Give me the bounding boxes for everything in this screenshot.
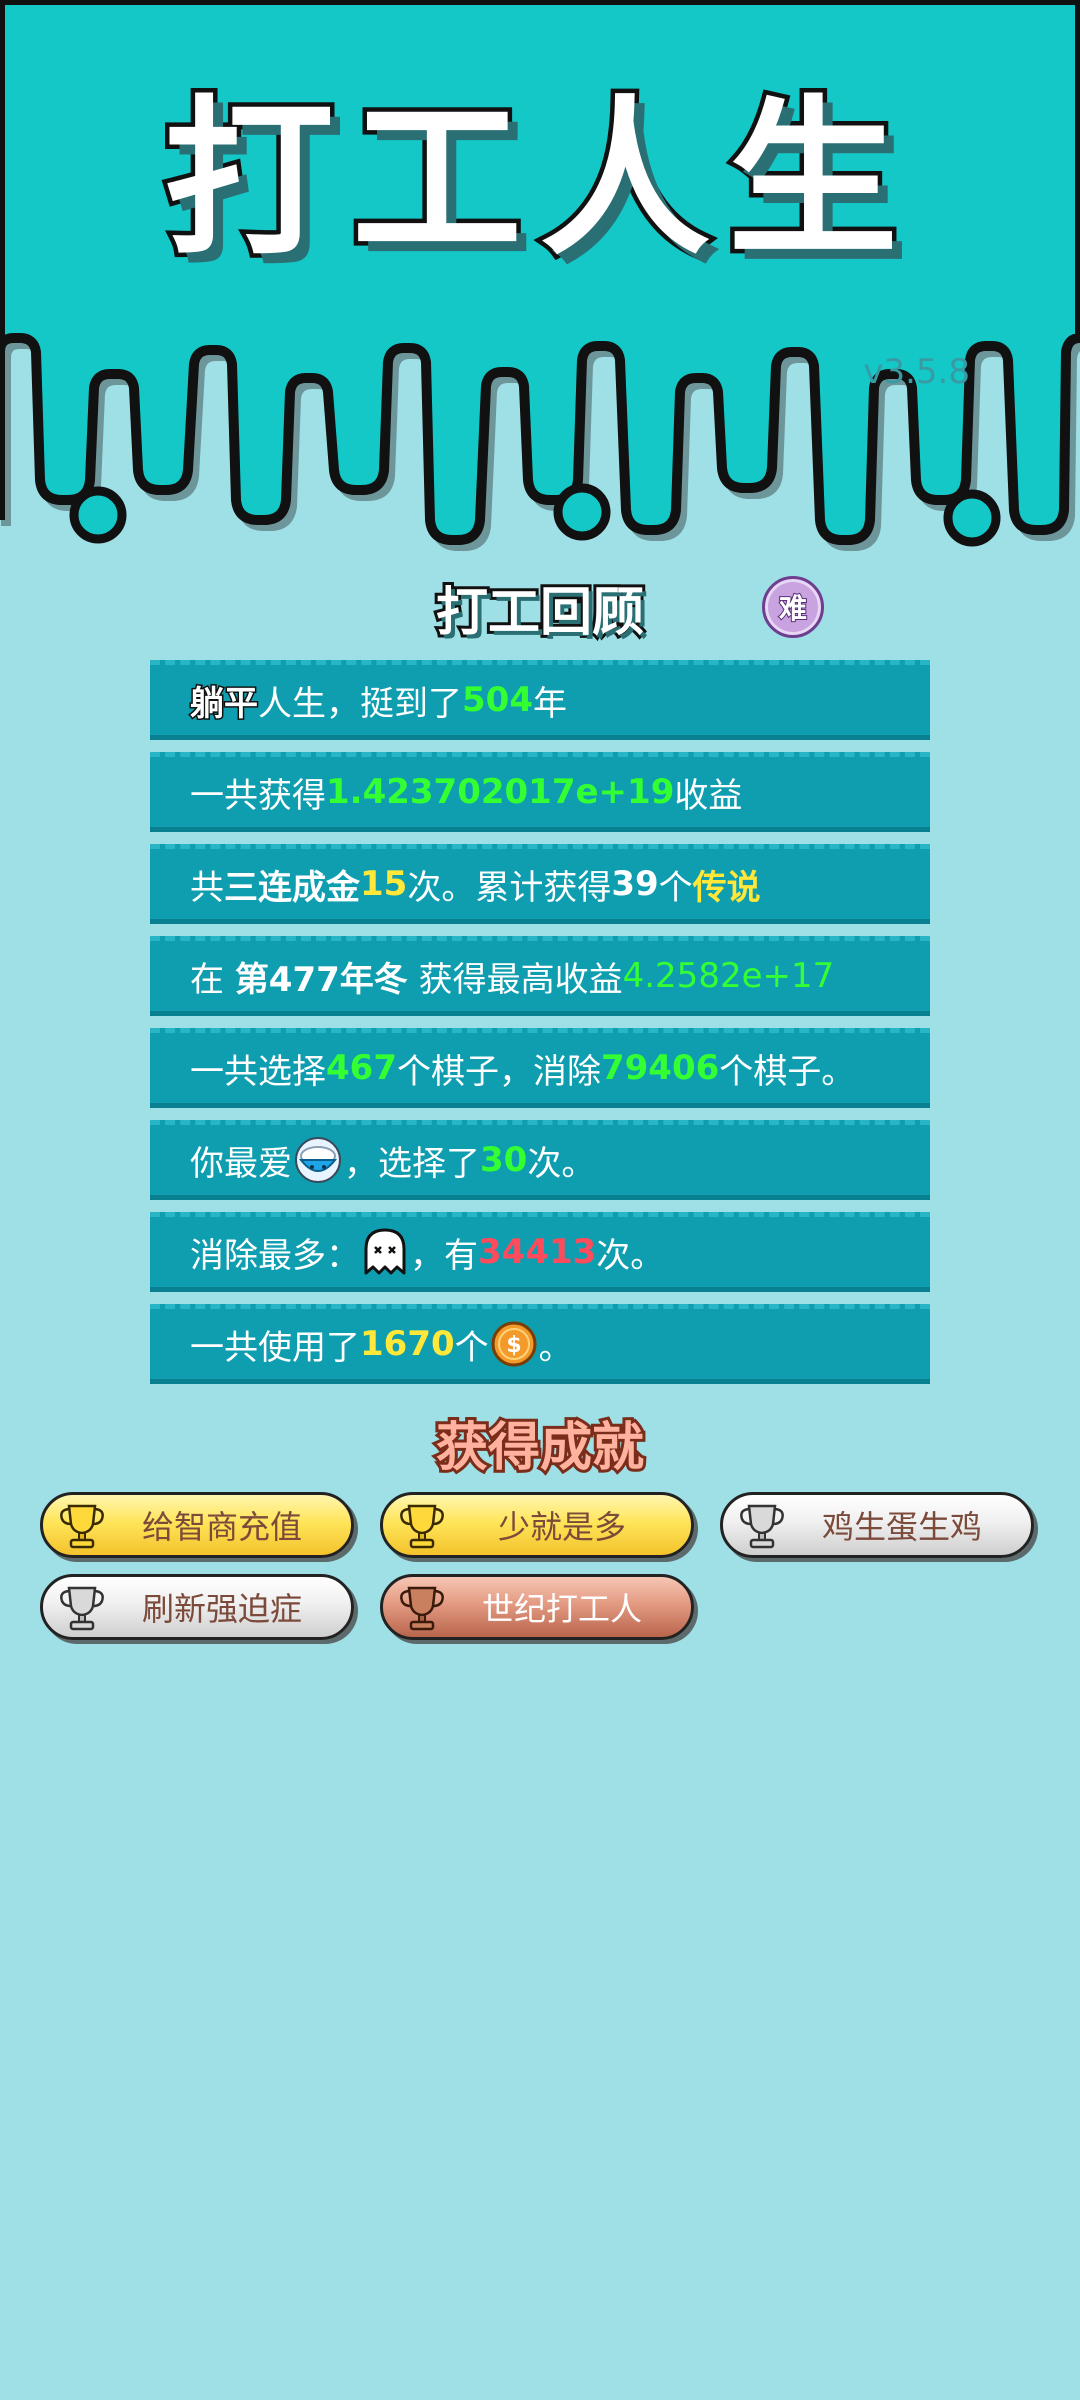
stat-text: 年 — [532, 683, 567, 724]
trophy-bronze-icon — [400, 1586, 444, 1631]
achievement-label: 世纪打工人 — [481, 1590, 642, 1628]
achievement-label: 少就是多 — [497, 1508, 626, 1546]
stat-text: ，有 — [410, 1235, 478, 1276]
achievement-label: 鸡生蛋生鸡 — [821, 1508, 982, 1546]
achievement-label: 给智商充值 — [141, 1508, 302, 1546]
trophy-gold-icon — [400, 1504, 444, 1549]
stat-text: ，选择了 — [344, 1143, 480, 1184]
max-income-season: 第477年冬 — [234, 959, 408, 1000]
stat-text: 个棋子，消除 — [396, 1051, 601, 1092]
stat-text: 消除最多： — [190, 1235, 360, 1276]
stat-row-coins: 一共使用了 1670 个 $ 。 — [150, 1304, 930, 1384]
most-eliminated-count: 34413 — [478, 1232, 597, 1272]
achievement-badge[interactable]: 世纪打工人 — [380, 1574, 694, 1640]
stat-row-triple: 共 三连成金 15 次。累计获得 39 个 传说 — [150, 844, 930, 924]
trophy-silver-icon — [740, 1504, 784, 1549]
stat-text: 在 — [190, 959, 235, 1000]
svg-text:$: $ — [506, 1333, 521, 1358]
trophy-gold-icon — [60, 1504, 104, 1549]
stat-row-max-income: 在 第477年冬 获得最高收益 4.2582e+17 — [150, 936, 930, 1016]
achievement-badge[interactable]: 刷新强迫症 — [40, 1574, 354, 1640]
version-label: v3.5.8 — [863, 352, 970, 392]
legend-label: 传说 — [692, 867, 761, 908]
stat-text: 你最爱 — [190, 1143, 292, 1184]
difficulty-badge: 难 — [762, 576, 824, 638]
stat-text: 次。 — [596, 1235, 665, 1276]
triple-label: 三连成金 — [224, 867, 360, 908]
achievements-title: 获得成就 — [433, 1415, 647, 1481]
stat-text: 个 — [658, 867, 693, 908]
selected-count: 467 — [326, 1048, 397, 1088]
triple-count: 15 — [360, 864, 408, 904]
stat-row-most-eliminated: 消除最多： ，有 34413 次。 — [150, 1212, 930, 1292]
stat-text: 次。 — [527, 1143, 596, 1184]
coin-count: 1670 — [360, 1324, 455, 1364]
review-title: 打工回顾 — [433, 580, 647, 646]
stat-text: 个棋子。 — [719, 1051, 856, 1092]
stat-text: 个 — [454, 1327, 489, 1368]
max-income-value: 4.2582e+17 — [622, 956, 835, 996]
stat-row-income: 一共获得 1.423702017e+19 收益 — [150, 752, 930, 832]
achievement-badge[interactable]: 鸡生蛋生鸡 — [720, 1492, 1034, 1558]
stat-text: 共 — [190, 867, 224, 908]
rice-bowl-icon — [295, 1137, 341, 1183]
ghost-icon — [364, 1228, 406, 1275]
stat-text: 一共获得 — [190, 775, 326, 816]
achievement-badge[interactable]: 少就是多 — [380, 1492, 694, 1558]
income-value: 1.423702017e+19 — [326, 772, 675, 812]
achievement-badge[interactable]: 给智商充值 — [40, 1492, 354, 1558]
header: 打工人生 v3.5.8 — [0, 0, 1080, 560]
achievement-label: 刷新强迫症 — [141, 1590, 302, 1628]
coin-icon: $ — [491, 1321, 537, 1367]
eliminated-count: 79406 — [600, 1048, 720, 1088]
favorite-count: 30 — [480, 1140, 528, 1180]
stat-text: 。 — [538, 1327, 573, 1368]
stat-text: 次。累计获得 — [407, 867, 612, 908]
stat-row-life: 躺平 人生，挺到了 504 年 — [150, 660, 930, 740]
trophy-silver-icon — [60, 1586, 104, 1631]
stat-text: 一共选择 — [190, 1051, 326, 1092]
game-title: 打工人生 — [159, 81, 916, 279]
years-value: 504 — [462, 680, 533, 720]
stat-text: 获得最高收益 — [407, 959, 623, 1000]
stat-row-pieces: 一共选择 467 个棋子，消除 79406 个棋子。 — [150, 1028, 930, 1108]
life-mode: 躺平 — [189, 682, 260, 725]
stat-text: 一共使用了 — [190, 1327, 360, 1368]
stat-text: 人生，挺到了 — [258, 683, 462, 724]
stat-row-favorite: 你最爱 ，选择了 30 次。 — [150, 1120, 930, 1200]
stat-text: 收益 — [674, 775, 743, 816]
legend-count: 39 — [611, 864, 659, 904]
